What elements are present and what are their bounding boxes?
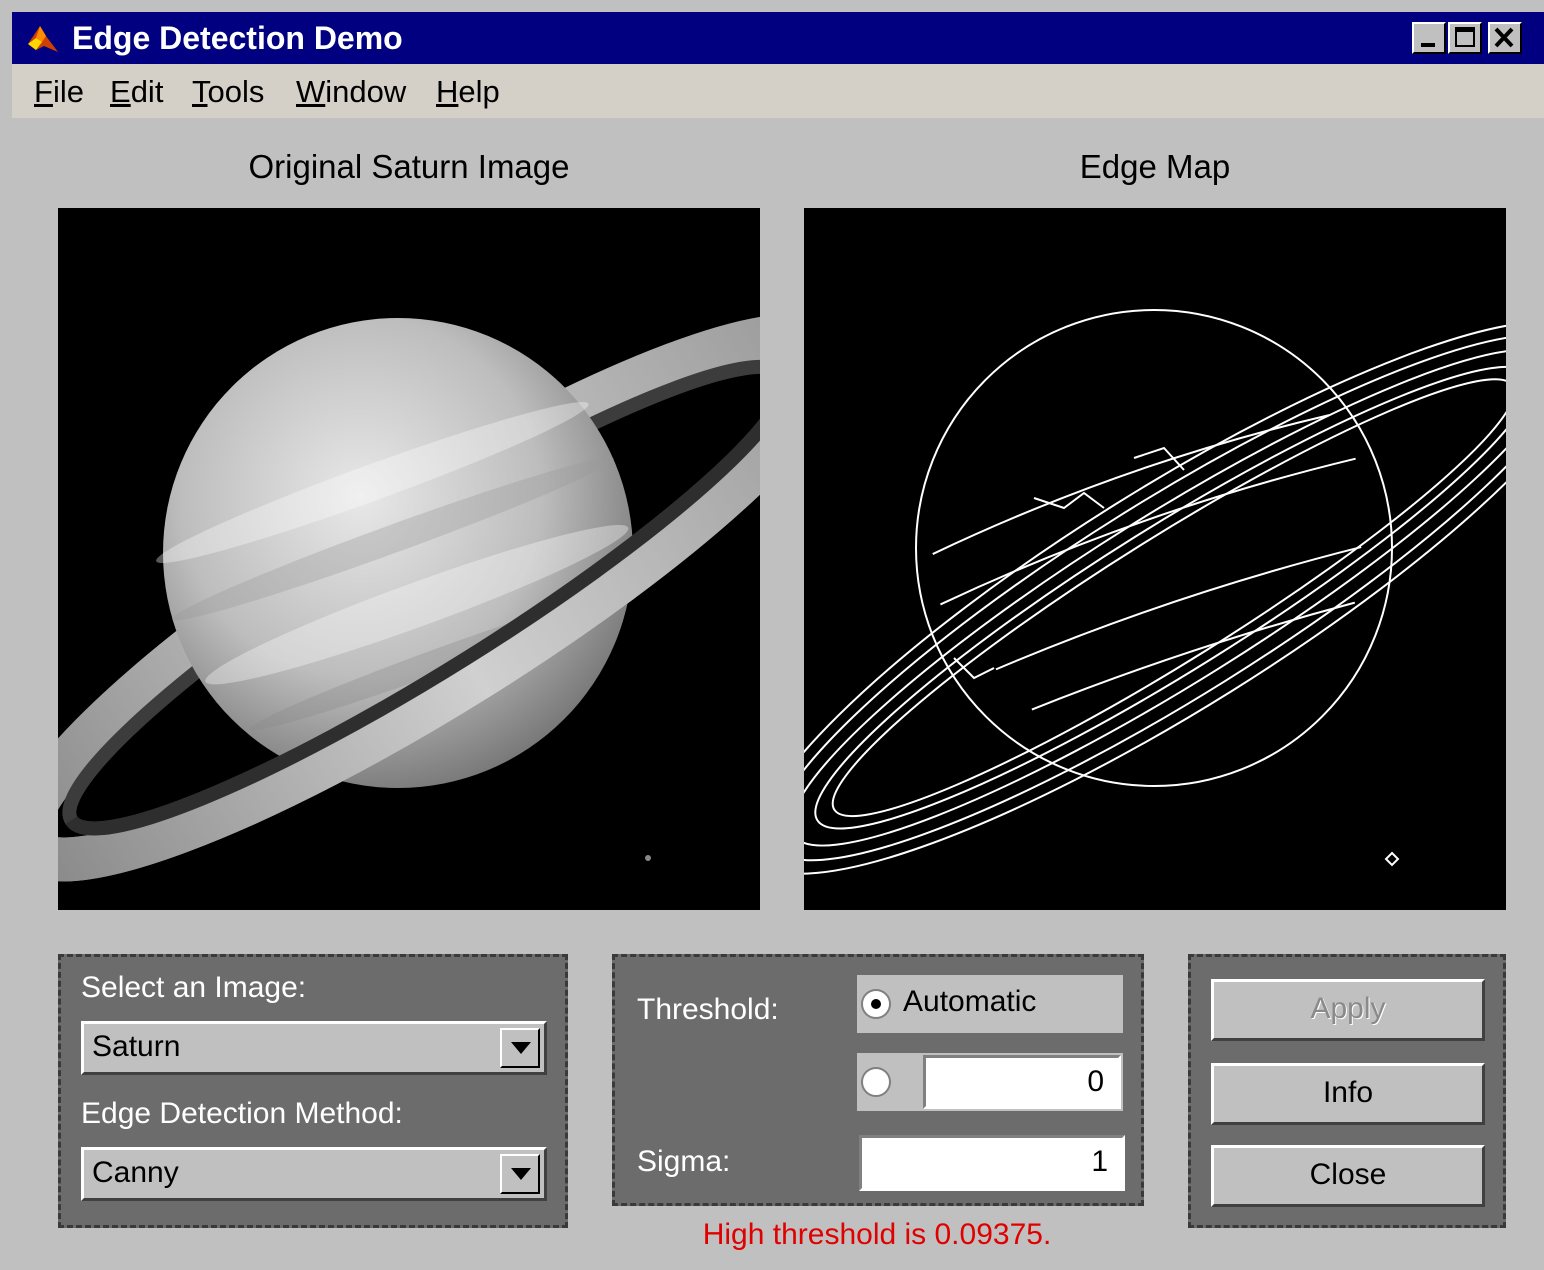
select-image-label: Select an Image: [81,971,307,1004]
menu-tools[interactable]: Tools [192,72,264,112]
info-button[interactable]: Info [1211,1063,1485,1125]
close-button[interactable]: Close [1211,1145,1485,1207]
original-saturn-image [58,208,760,910]
automatic-radio-option[interactable]: Automatic [857,975,1123,1033]
close-icon [1494,27,1514,48]
threshold-panel: Threshold: Automatic 0 Sigma: 1 [612,954,1144,1206]
edge-detection-window: Edge Detection Demo File Edit Tools Wind… [0,0,1544,1270]
image-selection-panel: Select an Image: Saturn Edge Detection M… [58,954,568,1228]
matlab-logo-icon [28,26,58,52]
edge-map-image [804,208,1506,910]
manual-radio-button[interactable] [861,1067,891,1097]
actions-panel: Apply Info Close [1188,954,1506,1228]
menu-window-label: indow [325,74,407,109]
image-select-dropdown[interactable]: Saturn [81,1021,547,1075]
manual-threshold-input[interactable]: 0 [923,1055,1121,1109]
apply-button[interactable]: Apply [1211,979,1485,1041]
edge-map-title: Edge Map [1079,148,1231,185]
window-title: Edge Detection Demo [72,20,403,56]
automatic-radio-button[interactable] [861,989,891,1019]
menu-window[interactable]: Window [296,72,406,112]
menu-file-label: ile [52,74,84,109]
edge-method-label: Edge Detection Method: [81,1097,403,1130]
title-bar[interactable]: Edge Detection Demo [12,12,1544,64]
original-image-title: Original Saturn Image [248,148,570,185]
sigma-label: Sigma: [637,1145,731,1178]
sigma-input[interactable]: 1 [859,1135,1125,1191]
minimize-icon [1421,43,1435,47]
menu-help-mnemonic: H [436,74,459,109]
chevron-down-icon[interactable] [500,1028,540,1068]
menu-tools-label: ools [207,74,265,109]
edge-method-dropdown[interactable]: Canny [81,1147,547,1201]
edge-method-value: Canny [92,1156,179,1189]
automatic-radio-label: Automatic [903,985,1037,1018]
image-select-value: Saturn [92,1030,181,1063]
menu-edit-mnemonic: E [110,74,131,109]
edge-map-graphic [804,208,1506,910]
menu-edit[interactable]: Edit [110,72,163,112]
close-window-button[interactable] [1488,22,1522,54]
saturn-image-graphic [58,208,760,910]
manual-threshold-option[interactable]: 0 [857,1053,1123,1111]
threshold-label: Threshold: [637,993,779,1026]
menu-window-mnemonic: W [296,74,326,109]
chevron-down-icon[interactable] [500,1154,540,1194]
maximize-icon [1455,27,1475,47]
menu-tools-mnemonic: T [192,74,208,109]
menu-file-mnemonic: F [34,74,53,109]
menu-help-label: elp [458,74,500,109]
menu-bar: File Edit Tools Window Help [12,64,1544,118]
minimize-button[interactable] [1412,22,1446,54]
menu-file[interactable]: File [34,72,84,112]
menu-help[interactable]: Help [436,72,500,112]
menu-edit-label: dit [130,74,164,109]
maximize-button[interactable] [1448,22,1482,54]
status-message: High threshold is 0.09375. [702,1218,1052,1251]
